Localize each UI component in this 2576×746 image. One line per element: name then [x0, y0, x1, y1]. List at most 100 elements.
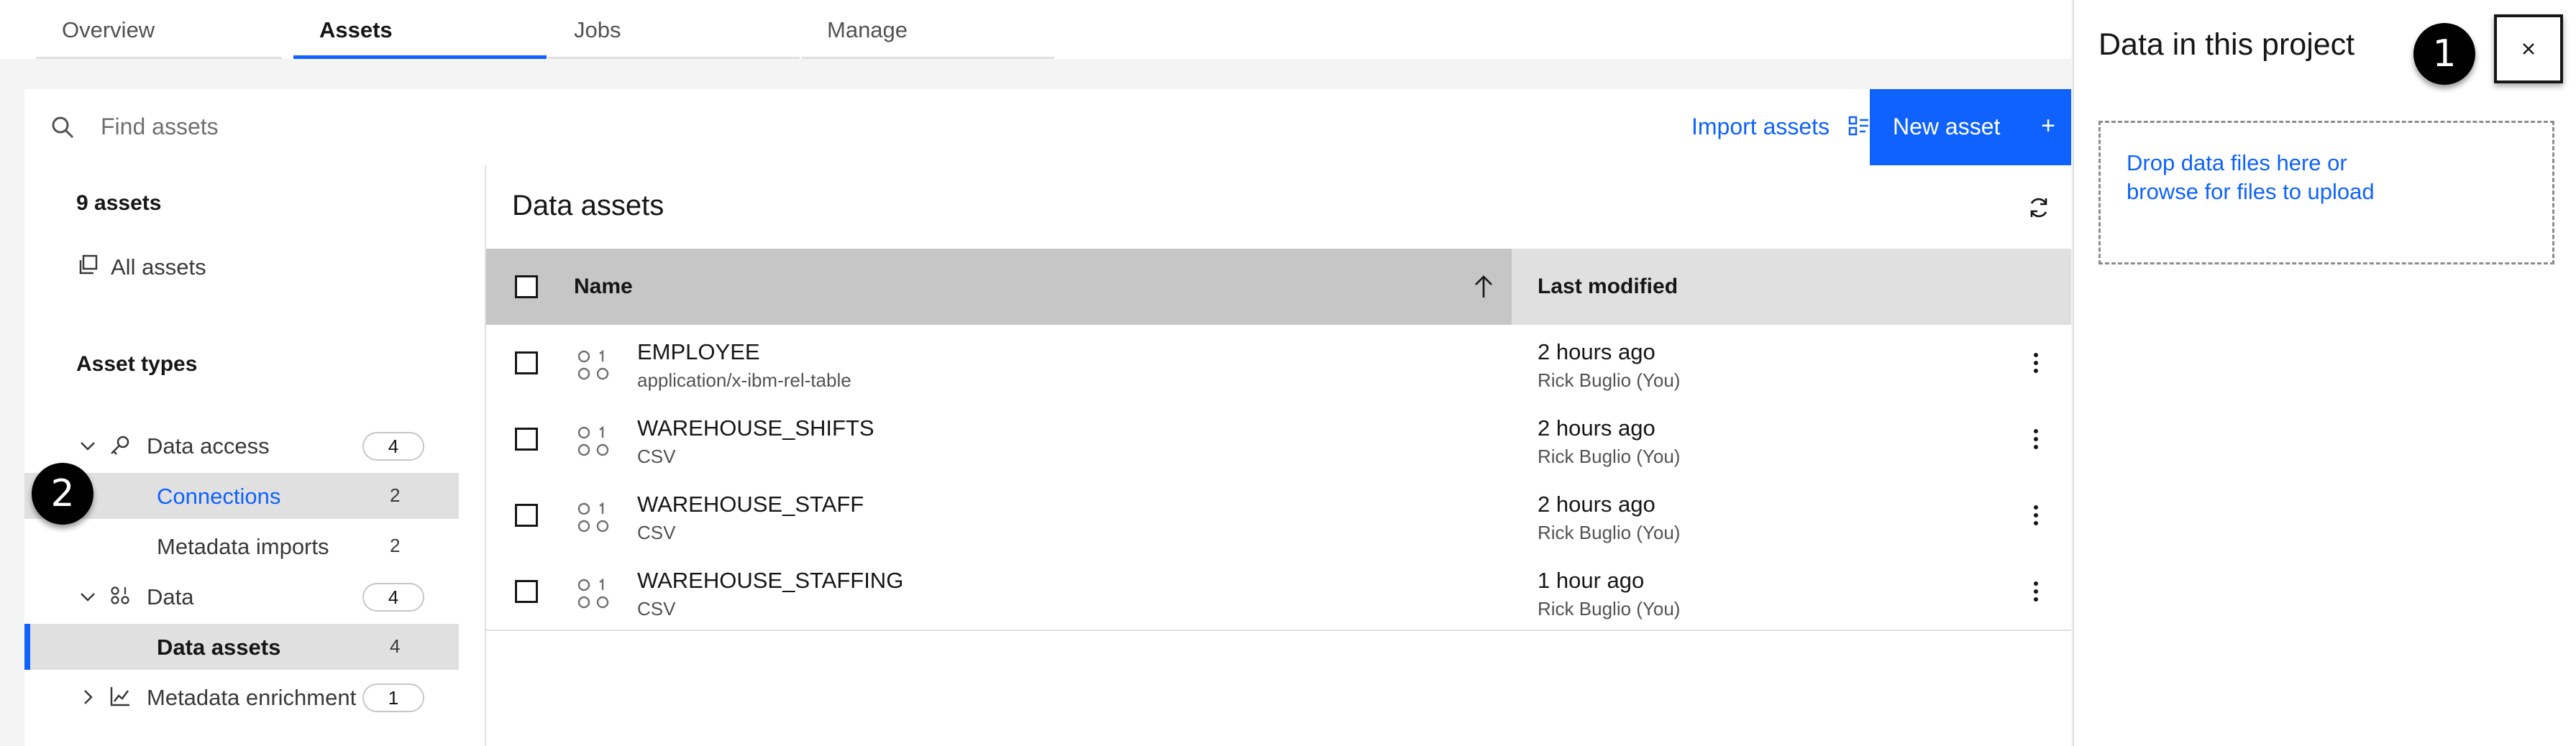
row-checkbox[interactable] [515, 580, 538, 603]
row-checkbox[interactable] [515, 428, 538, 451]
tree-group-label: Data access [147, 433, 270, 459]
asset-types-sidebar: 9 assets All assets Asset types Data acc… [24, 165, 486, 746]
new-asset-button[interactable]: New asset + [1870, 89, 2071, 165]
tree-group-data[interactable]: Data 4 [24, 574, 459, 620]
callout-badge-1: 1 [2413, 23, 2475, 85]
tab-bar: Overview Assets Jobs Manage [0, 0, 2071, 59]
asset-name[interactable]: EMPLOYEE [637, 339, 760, 365]
tree-item-metadata-imports[interactable]: Metadata imports 2 [24, 523, 459, 569]
overflow-menu-icon[interactable] [2032, 503, 2040, 528]
tab-underline-active [293, 55, 547, 59]
asset-count: 9 assets [76, 191, 162, 215]
selected-indicator [24, 624, 30, 670]
overflow-menu-icon[interactable] [2032, 351, 2040, 375]
tab-jobs-label: Jobs [574, 17, 621, 42]
table-row[interactable]: WAREHOUSE_STAFFING CSV 1 hour ago Rick B… [486, 553, 2071, 631]
table-row[interactable]: EMPLOYEE application/x-ibm-rel-table 2 h… [486, 325, 2071, 402]
asset-name[interactable]: WAREHOUSE_STAFF [637, 492, 864, 517]
tab-assets[interactable]: Assets [293, 0, 547, 59]
close-panel-button[interactable] [2494, 14, 2563, 83]
import-icon [1848, 116, 1868, 136]
table-row[interactable]: WAREHOUSE_STAFF CSV 2 hours ago Rick Bug… [486, 477, 2071, 555]
last-modified: 1 hour ago [1538, 568, 1645, 593]
chevron-down-icon[interactable] [78, 586, 98, 607]
sort-ascending-icon[interactable] [1473, 275, 1494, 299]
modified-by: Rick Buglio (You) [1538, 369, 1681, 391]
tab-jobs[interactable]: Jobs [548, 0, 800, 59]
all-assets-label: All assets [111, 254, 206, 280]
tree-item-count: 2 [390, 535, 401, 556]
last-modified: 2 hours ago [1538, 492, 1655, 517]
refresh-icon[interactable] [2027, 195, 2051, 220]
table-header: Name Last modified [486, 249, 2071, 325]
tree-item-data-assets[interactable]: Data assets 4 [24, 624, 459, 670]
callout-badge-2: 2 [32, 463, 93, 525]
tab-overview-label: Overview [62, 17, 155, 42]
count-badge: 4 [362, 583, 424, 612]
tab-underline [36, 57, 282, 59]
search-icon [52, 116, 74, 139]
tree-item-label: Data assets [157, 635, 281, 660]
new-asset-label: New asset [1893, 114, 2001, 139]
select-all-cell [486, 249, 549, 325]
tab-assets-label: Assets [319, 17, 393, 42]
file-drop-zone[interactable]: Drop data files here or browse for files… [2098, 121, 2554, 264]
tree-group-label: Metadata enrichment [147, 685, 357, 710]
overflow-menu-icon[interactable] [2032, 427, 2040, 451]
all-assets-link[interactable]: All assets [76, 252, 364, 280]
asset-name[interactable]: WAREHOUSE_SHIFTS [637, 415, 874, 441]
asset-type: CSV [637, 598, 676, 620]
data-asset-icon [577, 578, 609, 609]
modified-by: Rick Buglio (You) [1538, 522, 1681, 543]
data-in-project-panel: Data in this project Drop data files her… [2073, 0, 2576, 746]
tab-underline [548, 57, 800, 59]
tab-manage-label: Manage [827, 17, 908, 42]
drop-zone-text: Drop data files here or [2127, 150, 2347, 175]
column-header-last-modified[interactable]: Last modified [1538, 275, 1678, 299]
panel-title: Data in this project [2098, 27, 2355, 62]
tab-overview[interactable]: Overview [36, 0, 282, 59]
close-icon [2523, 43, 2534, 55]
asset-type: application/x-ibm-rel-table [637, 369, 851, 391]
search-input[interactable]: Find assets [89, 96, 1657, 158]
column-header-name[interactable]: Name [549, 249, 1512, 325]
select-all-checkbox[interactable] [515, 275, 538, 298]
row-checkbox[interactable] [515, 351, 538, 374]
tree-item-label: Connections [157, 484, 281, 509]
data-asset-icon [577, 349, 609, 380]
tree-item-count: 4 [390, 635, 401, 657]
last-modified: 2 hours ago [1538, 339, 1655, 364]
chevron-down-icon[interactable] [78, 436, 98, 456]
import-assets-button[interactable]: Import assets [1666, 89, 1881, 165]
key-icon [111, 436, 129, 455]
last-modified: 2 hours ago [1538, 415, 1655, 441]
data-asset-icon [577, 425, 609, 456]
row-checkbox[interactable] [515, 504, 538, 527]
asset-name[interactable]: WAREHOUSE_STAFFING [637, 568, 903, 594]
column-header-label: Name [574, 275, 633, 298]
count-badge: 4 [362, 432, 424, 461]
chart-icon [110, 687, 129, 706]
data-icon [111, 586, 129, 604]
modified-by: Rick Buglio (You) [1538, 446, 1681, 467]
asset-type: CSV [637, 522, 676, 543]
data-assets-table-panel: Data assets Name Last modified EMPLOYEE [486, 165, 2071, 746]
overflow-menu-icon[interactable] [2032, 579, 2040, 604]
copy-icon [79, 254, 98, 275]
page-title: Data assets [512, 190, 664, 221]
modified-by: Rick Buglio (You) [1538, 598, 1681, 620]
chevron-right-icon[interactable] [78, 687, 98, 707]
plus-icon: + [2041, 112, 2055, 139]
data-asset-icon [577, 502, 609, 533]
search-toolbar: Find assets Import assets New asset + [24, 89, 2071, 167]
tab-manage[interactable]: Manage [801, 0, 1054, 59]
tree-group-data-access[interactable]: Data access 4 [24, 423, 459, 469]
asset-types-heading: Asset types [76, 352, 198, 376]
count-badge: 1 [362, 683, 424, 712]
asset-type: CSV [637, 446, 676, 467]
browse-files-link[interactable]: browse for files to upload [2127, 179, 2375, 205]
tab-underline [801, 57, 1054, 59]
tree-group-metadata-enrichment[interactable]: Metadata enrichment 1 [24, 674, 459, 720]
tree-item-label: Metadata imports [157, 534, 329, 559]
table-row[interactable]: WAREHOUSE_SHIFTS CSV 2 hours ago Rick Bu… [486, 401, 2071, 479]
